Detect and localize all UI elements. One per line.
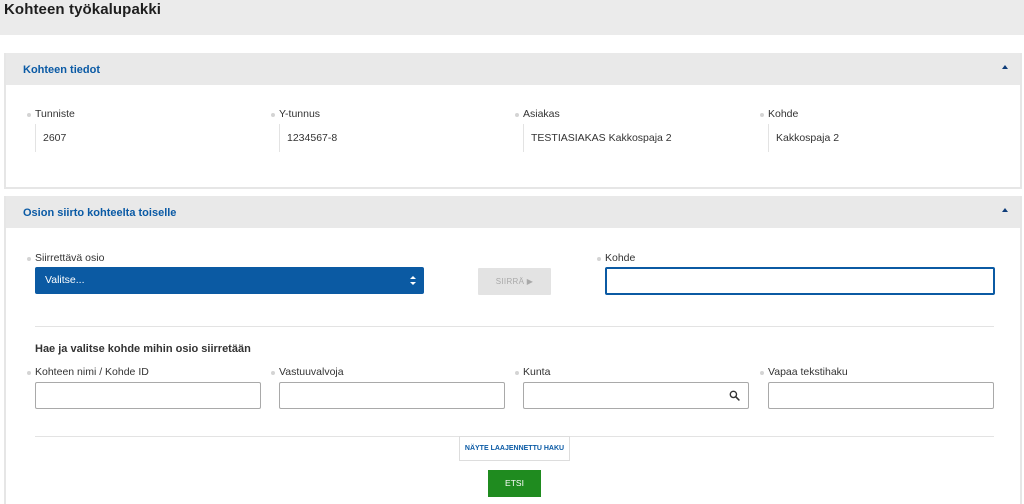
target-kohde-field[interactable] (605, 267, 995, 295)
page-title: Kohteen työkalupakki (4, 1, 162, 18)
details-panel: Kohteen tiedot Tunniste 2607 Y-tunnus 12… (4, 53, 1022, 189)
target-kohde-label: Kohde (597, 252, 635, 264)
move-button[interactable]: SIIRRÄ ▶ (478, 268, 551, 295)
collapse-up-icon[interactable] (1002, 208, 1008, 212)
select-arrows-icon (410, 276, 416, 286)
search-button[interactable]: ETSI (488, 470, 541, 497)
kohde-value: Kakkospaja 2 (768, 124, 839, 152)
advanced-search-button[interactable]: NÄYTE LAAJENNETTU HAKU (459, 436, 570, 461)
freetext-input[interactable] (769, 383, 993, 408)
details-panel-header[interactable]: Kohteen tiedot (6, 53, 1020, 85)
supervisor-label: Vastuuvalvoja (271, 366, 344, 378)
municipality-field[interactable] (523, 382, 749, 409)
details-panel-title: Kohteen tiedot (23, 64, 100, 76)
name-field[interactable] (35, 382, 261, 409)
kohde-label: Kohde (760, 108, 798, 120)
tunniste-value: 2607 (35, 124, 66, 152)
search-heading: Hae ja valitse kohde mihin osio siirretä… (35, 343, 251, 355)
collapse-up-icon[interactable] (1002, 65, 1008, 69)
osio-select[interactable]: Valitse... (35, 267, 424, 294)
supervisor-field[interactable] (279, 382, 505, 409)
asiakas-value: TESTIASIAKAS Kakkospaja 2 (523, 124, 672, 152)
supervisor-input[interactable] (280, 383, 504, 408)
search-icon[interactable] (729, 390, 740, 401)
ytunnus-value: 1234567-8 (279, 124, 337, 152)
osio-label: Siirrettävä osio (27, 252, 104, 264)
target-kohde-input[interactable] (607, 269, 993, 293)
divider (35, 326, 994, 327)
municipality-input[interactable] (524, 383, 748, 408)
name-input[interactable] (36, 383, 260, 408)
transfer-panel: Osion siirto kohteelta toiselle Siirrett… (4, 196, 1022, 504)
tunniste-label: Tunniste (27, 108, 75, 120)
page-header: Kohteen työkalupakki (0, 0, 1024, 35)
transfer-panel-title: Osion siirto kohteelta toiselle (23, 207, 177, 219)
transfer-panel-header[interactable]: Osion siirto kohteelta toiselle (6, 196, 1020, 228)
municipality-label: Kunta (515, 366, 550, 378)
freetext-label: Vapaa tekstihaku (760, 366, 848, 378)
freetext-field[interactable] (768, 382, 994, 409)
name-label: Kohteen nimi / Kohde ID (27, 366, 149, 378)
osio-select-value: Valitse... (45, 274, 85, 286)
asiakas-label: Asiakas (515, 108, 560, 120)
ytunnus-label: Y-tunnus (271, 108, 320, 120)
